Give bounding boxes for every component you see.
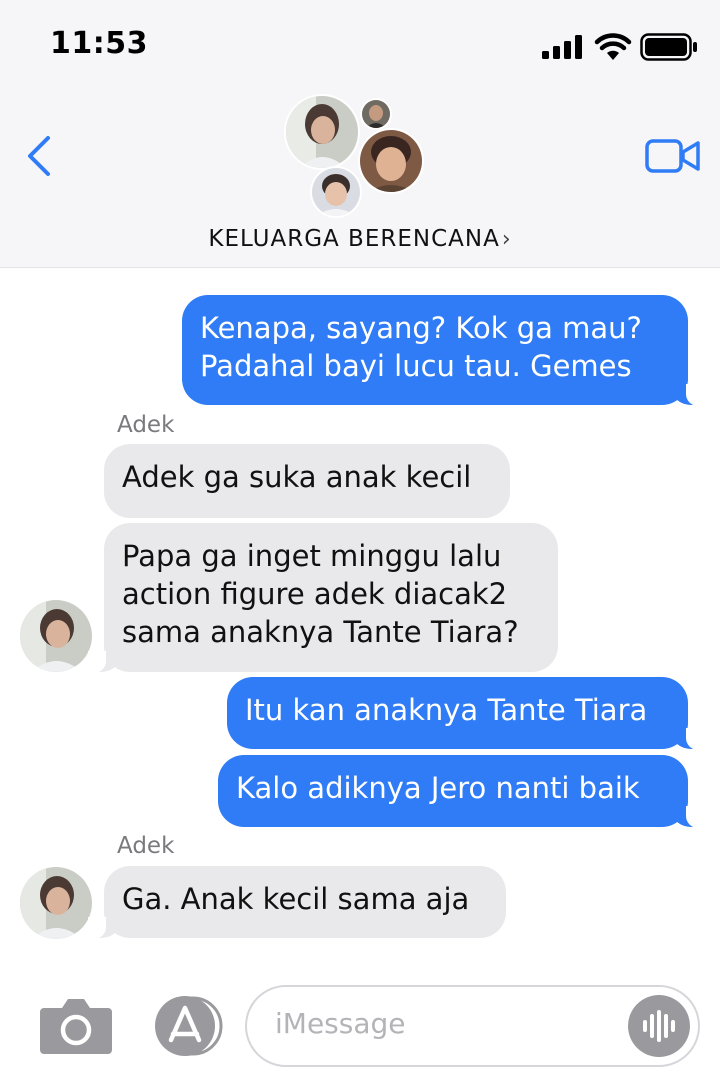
back-chevron-icon [28, 136, 50, 176]
battery-icon [640, 33, 697, 61]
conversation-header: 11:53 KELUARGA BERENCANA› [0, 0, 720, 268]
message-bubble-outgoing[interactable]: Kenapa, sayang? Kok ga mau? Padahal bayi… [182, 295, 704, 406]
group-name-link[interactable]: KELUARGA BERENCANA› [0, 226, 720, 252]
group-avatar-cluster[interactable] [284, 94, 434, 220]
signal-icon [542, 35, 582, 59]
message-bubble-incoming[interactable]: Ga. Anak kecil sama aja [88, 866, 506, 939]
imessage-input[interactable]: iMessage [245, 985, 700, 1067]
message-bubble-outgoing[interactable]: Itu kan anaknya Tante Tiara [227, 677, 704, 750]
dictation-button[interactable] [628, 995, 690, 1057]
member-avatar-1 [284, 94, 360, 170]
chevron-right-icon: › [501, 227, 512, 252]
message-bubble-outgoing[interactable]: Kalo adiknya Jero nanti baik [218, 755, 704, 828]
audio-waveform-icon [643, 1010, 675, 1042]
video-camera-icon [645, 139, 700, 173]
sender-name: Adek [117, 412, 175, 438]
app-store-icon [155, 996, 223, 1056]
facetime-button[interactable] [644, 136, 702, 178]
camera-button[interactable] [40, 996, 112, 1054]
status-time: 11:53 [50, 26, 148, 61]
back-button[interactable] [20, 130, 60, 182]
group-name: KELUARGA BERENCANA [208, 226, 500, 252]
message-bubble-incoming[interactable]: Adek ga suka anak kecil [104, 444, 510, 518]
status-icons [542, 30, 698, 64]
member-avatar-2 [360, 98, 392, 130]
sender-avatar[interactable] [20, 600, 92, 672]
message-bubble-incoming[interactable]: Papa ga inget minggu lalu action figure … [88, 523, 558, 673]
input-placeholder: iMessage [275, 1007, 406, 1040]
wifi-icon [594, 33, 632, 60]
sender-avatar[interactable] [20, 867, 92, 939]
sender-name: Adek [117, 833, 175, 859]
app-store-button[interactable] [149, 996, 229, 1056]
camera-icon [40, 999, 112, 1054]
member-avatar-4 [310, 166, 362, 218]
member-avatar-3 [358, 128, 424, 194]
